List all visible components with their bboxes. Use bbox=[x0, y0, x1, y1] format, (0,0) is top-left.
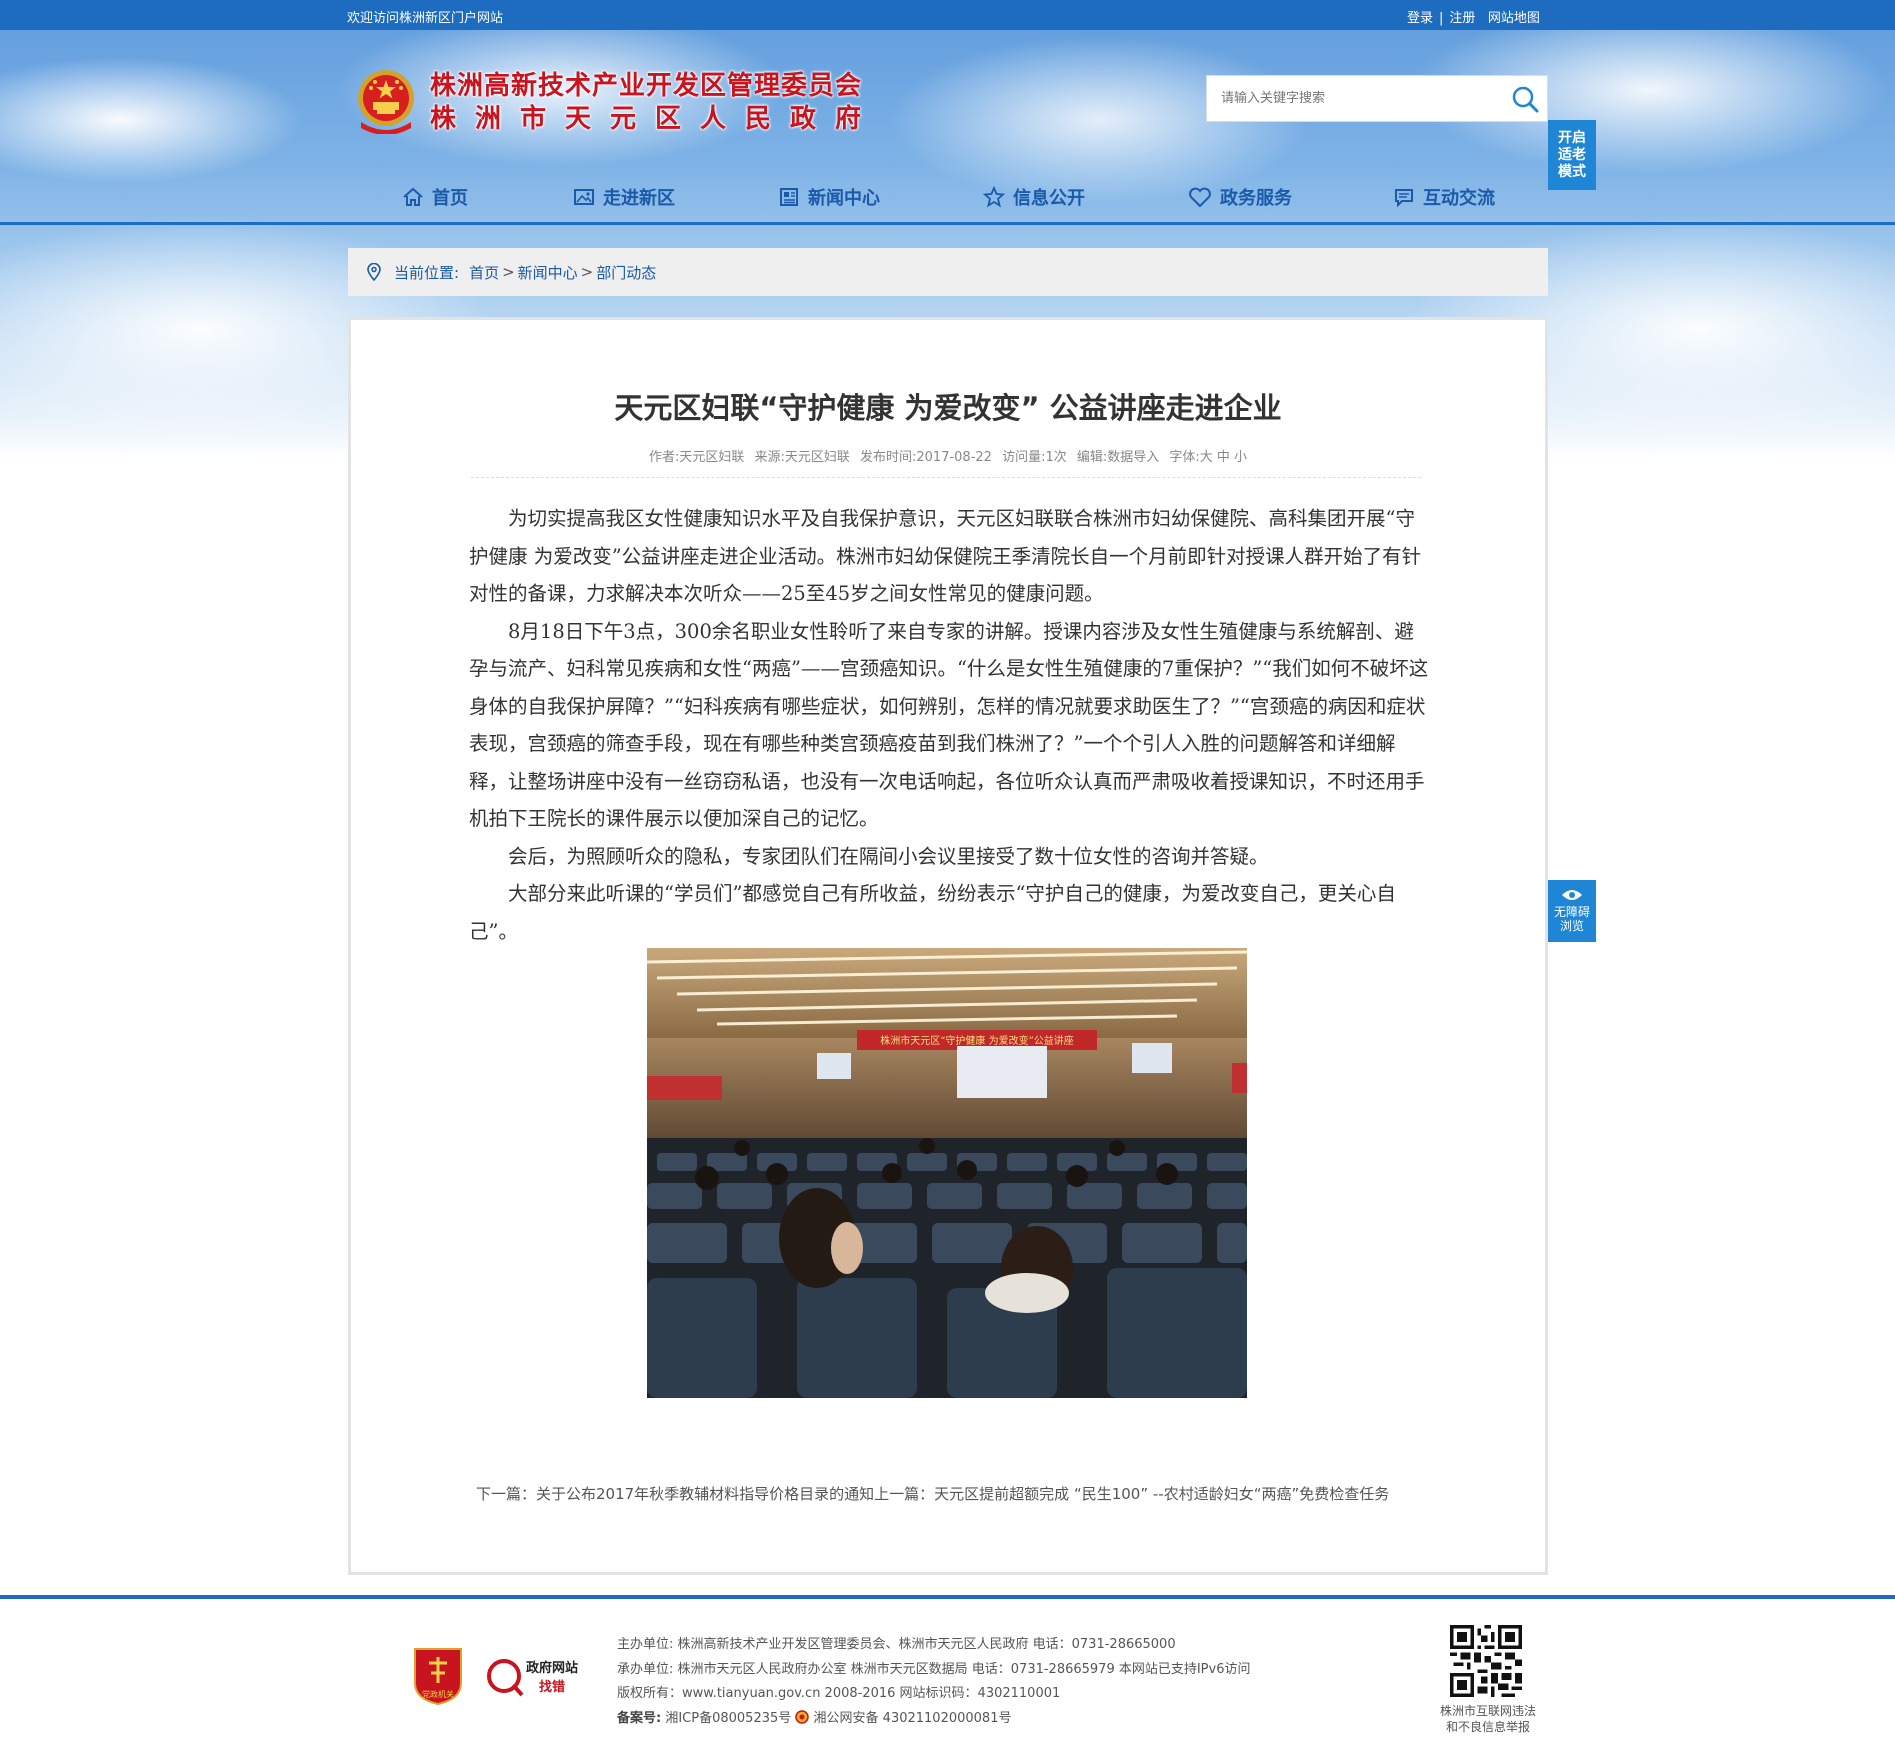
gov-site-error-report-icon[interactable]: 政府网站 找错 bbox=[486, 1655, 586, 1697]
article-title: 天元区妇联“守护健康 为爱改变” 公益讲座走进企业 bbox=[614, 391, 1282, 425]
national-emblem-icon bbox=[358, 70, 414, 134]
footer-police-link[interactable]: 湘公网安备 43021102000081号 bbox=[814, 1711, 1012, 1726]
article-paragraph: 8月18日下午3点，300余名职业女性聆听了来自专家的讲解。授课内容涉及女性生殖… bbox=[469, 619, 1429, 831]
breadcrumb-separator: > bbox=[502, 263, 515, 281]
search-input[interactable] bbox=[1207, 76, 1497, 121]
party-government-logo-icon[interactable]: 党政机关 bbox=[411, 1643, 465, 1705]
article-paragraph: 为切实提高我区女性健康知识水平及自我保护意识，天元区妇联联合株洲市妇幼保健院、高… bbox=[469, 507, 1422, 605]
footer-records: 备案号: 湘ICP备08005235号 湘公网安备 43021102000081… bbox=[617, 1707, 1251, 1732]
search-icon[interactable] bbox=[1511, 85, 1539, 113]
meta-font-size[interactable]: 字体:大 中 小 bbox=[1169, 450, 1247, 465]
qr-code-icon bbox=[1450, 1625, 1522, 1697]
gov-error-text-line2: 找错 bbox=[539, 1679, 565, 1695]
article-paragraph: 会后，为照顾听众的隐私，专家团队们在隔间小会议里接受了数十位女性的咨询并答疑。 bbox=[508, 844, 1269, 868]
breadcrumb: 当前位置: 首页 > 新闻中心 > 部门动态 bbox=[348, 248, 1548, 296]
sitemap-link[interactable]: 网站地图 bbox=[1488, 11, 1540, 26]
article-photo: 株洲市天元区“守护健康 为爱改变”公益讲座 bbox=[647, 948, 1247, 1398]
footer-record-label: 备案号: bbox=[617, 1710, 662, 1726]
accessibility-label-line1: 无障碍 bbox=[1553, 905, 1590, 919]
nav-item-label: 信息公开 bbox=[1013, 188, 1085, 209]
breadcrumb-department-news[interactable]: 部门动态 bbox=[596, 262, 656, 283]
search-box bbox=[1206, 75, 1548, 122]
article-meta: 作者:天元区妇联 来源:天元区妇联 发布时间:2017-08-22 访问量:1次… bbox=[351, 446, 1545, 465]
lecture-hall-photo: 株洲市天元区“守护健康 为爱改变”公益讲座 bbox=[647, 948, 1247, 1398]
party-logo-text: 党政机关 bbox=[422, 1689, 454, 1699]
qr-caption: 株洲市互联网违法 和不良信息举报 bbox=[1418, 1703, 1558, 1735]
nav-item-home[interactable]: 首页 bbox=[402, 180, 468, 214]
eye-icon bbox=[1562, 890, 1582, 900]
accessibility-label-line2: 浏览 bbox=[1559, 919, 1584, 933]
article-container: 天元区妇联“守护健康 为爱改变” 公益讲座走进企业 作者:天元区妇联 来源:天元… bbox=[348, 317, 1548, 1575]
nav-item-label: 互动交流 bbox=[1423, 188, 1495, 209]
login-link[interactable]: 登录 bbox=[1407, 11, 1433, 26]
meta-author: 作者:天元区妇联 bbox=[648, 450, 745, 465]
register-link[interactable]: 注册 bbox=[1449, 11, 1475, 26]
nav-item-label: 政务服务 bbox=[1220, 188, 1292, 209]
heart-icon bbox=[1189, 187, 1211, 208]
accessibility-button[interactable]: 无障碍 浏览 bbox=[1548, 880, 1596, 942]
top-link-separator: | bbox=[1439, 11, 1444, 26]
prev-next-links[interactable]: 下一篇：关于公布2017年秋季教辅材料指导价格目录的通知上一篇：天元区提前超额完… bbox=[476, 1483, 1536, 1504]
footer-host: 主办单位: 株洲高新技术产业开发区管理委员会、株洲市天元区人民政府 电话：073… bbox=[617, 1637, 1176, 1652]
footer-copyright: 版权所有：www.tianyuan.gov.cn 2008-2016 网站标识码… bbox=[617, 1686, 1061, 1701]
meta-editor: 编辑:数据导入 bbox=[1076, 450, 1160, 465]
breadcrumb-news[interactable]: 新闻中心 bbox=[518, 262, 578, 283]
star-icon bbox=[983, 186, 1005, 208]
location-pin-icon bbox=[367, 263, 381, 281]
qr-caption-line1: 株洲市互联网违法 bbox=[1439, 1704, 1536, 1718]
nav-underline bbox=[0, 222, 1895, 225]
footer-info: 主办单位: 株洲高新技术产业开发区管理委员会、株洲市天元区人民政府 电话：073… bbox=[617, 1633, 1251, 1731]
footer-operator: 承办单位: 株洲市天元区人民政府办公室 株洲市天元区数据局 电话：0731-28… bbox=[617, 1661, 1251, 1677]
footer-top-line bbox=[0, 1595, 1895, 1599]
chat-icon bbox=[1395, 189, 1413, 208]
meta-source: 来源:天元区妇联 bbox=[754, 450, 850, 465]
article-body: 为切实提高我区女性健康知识水平及自我保护意识，天元区妇联联合株洲市妇幼保健院、高… bbox=[469, 500, 1429, 950]
site-title-line2: 株洲市天元区人民政府 bbox=[430, 104, 881, 134]
image-icon bbox=[574, 189, 594, 205]
nav-item-label: 走进新区 bbox=[603, 188, 675, 209]
welcome-text: 欢迎访问株洲新区门户网站 bbox=[347, 11, 504, 26]
breadcrumb-home[interactable]: 首页 bbox=[469, 262, 499, 283]
nav-item-info[interactable]: 信息公开 bbox=[983, 180, 1085, 214]
site-title-line1: 株洲高新技术产业开发区管理委员会 bbox=[430, 71, 863, 101]
article-paragraph: 大部分来此听课的“学员们”都感觉自己有所收益，纷纷表示“守护自己的健康，为爱改变… bbox=[469, 882, 1396, 943]
elder-mode-line1: 开启 bbox=[1558, 130, 1586, 146]
top-bar: 欢迎访问株洲新区门户网站 登录 | 注册 网站地图 bbox=[0, 0, 1895, 30]
police-badge-icon bbox=[795, 1709, 810, 1724]
main-nav: 首页 走进新区 新闻中心 信息公开 政务服务 互动交流 bbox=[0, 150, 1895, 225]
breadcrumb-label: 当前位置: bbox=[394, 263, 460, 282]
photo-banner-text: 株洲市天元区“守护健康 为爱改变”公益讲座 bbox=[880, 1034, 1073, 1047]
gov-error-text-line1: 政府网站 bbox=[526, 1660, 578, 1676]
nav-item-label: 新闻中心 bbox=[808, 188, 880, 209]
newspaper-icon bbox=[780, 188, 798, 206]
qr-caption-line2: 和不良信息举报 bbox=[1445, 1720, 1530, 1734]
home-icon bbox=[403, 187, 423, 206]
nav-item-services[interactable]: 政务服务 bbox=[1188, 180, 1292, 214]
nav-item-news[interactable]: 新闻中心 bbox=[778, 180, 880, 214]
footer: 党政机关 政府网站 找错 主办单位: 株洲高新技术产业开发区管理委员会、株洲市天… bbox=[0, 1595, 1895, 1755]
meta-divider bbox=[471, 477, 1421, 478]
breadcrumb-separator: > bbox=[580, 263, 594, 281]
nav-item-label: 首页 bbox=[432, 188, 468, 209]
meta-views: 访问量:1次 bbox=[1002, 450, 1067, 465]
nav-item-interaction[interactable]: 互动交流 bbox=[1393, 180, 1495, 214]
meta-date: 发布时间:2017-08-22 bbox=[860, 450, 992, 465]
nav-item-about[interactable]: 走进新区 bbox=[573, 180, 675, 214]
site-title: 株洲高新技术产业开发区管理委员会 株洲市天元区人民政府 bbox=[430, 70, 880, 136]
top-links: 登录 | 注册 网站地图 bbox=[1407, 7, 1540, 26]
footer-icp-link[interactable]: 湘ICP备08005235号 bbox=[665, 1711, 791, 1726]
